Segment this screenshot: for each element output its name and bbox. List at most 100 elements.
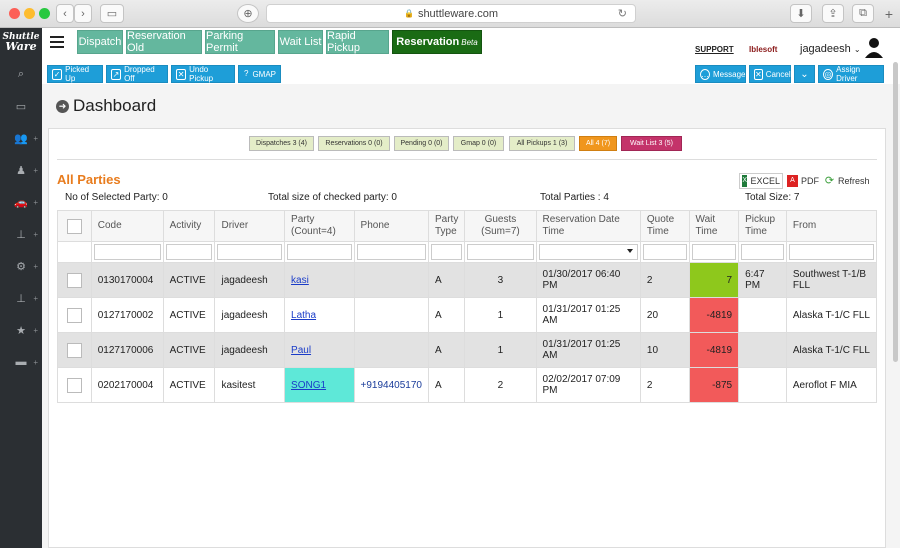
tab-dispatch[interactable]: Dispatch	[77, 30, 123, 54]
filter-cell	[214, 241, 286, 263]
picked-up-button[interactable]: ✓ Picked Up	[47, 65, 103, 83]
tab-wait-list[interactable]: Wait List	[278, 30, 323, 54]
filter-date-select[interactable]	[538, 244, 638, 260]
filter-driver-input[interactable]	[217, 244, 283, 260]
message-button[interactable]: … Message	[695, 65, 746, 83]
sidebar-car[interactable]: 🚗 +	[0, 186, 42, 218]
party-link[interactable]: Paul	[291, 345, 311, 356]
user-menu[interactable]: jagadeesh ⌄	[800, 43, 861, 55]
cancel-button[interactable]: ✕ Cancel	[749, 65, 791, 83]
filter-from-input[interactable]	[788, 244, 874, 260]
party-link[interactable]: Latha	[291, 310, 316, 321]
sidebar-card[interactable]: ▬ +	[0, 346, 42, 378]
tab-reservation-old[interactable]: Reservation Old	[126, 30, 202, 54]
filter-quote-input[interactable]	[642, 244, 687, 260]
avatar[interactable]	[864, 36, 884, 58]
filter-pickup-input[interactable]	[741, 244, 784, 260]
col-quote-time[interactable]: Quote Time	[639, 210, 690, 242]
sidebar-search[interactable]: ⌕	[0, 58, 42, 90]
col-party-type[interactable]: Party Type	[427, 210, 466, 242]
filter-guests-input[interactable]	[467, 244, 534, 260]
page-scrollbar[interactable]	[893, 62, 898, 362]
filter-dispatches[interactable]: Dispatches 3 (4)	[249, 136, 314, 151]
filter-type-input[interactable]	[431, 244, 463, 260]
table-row[interactable]: 0127170002 ACTIVE jagadeesh Latha A 1 01…	[57, 297, 878, 333]
select-all-checkbox[interactable]	[66, 218, 82, 234]
sidebar-toggle-icon[interactable]: ▭	[100, 4, 124, 23]
filter-all[interactable]: All 4 (7)	[579, 136, 617, 151]
col-activity[interactable]: Activity	[162, 210, 216, 242]
excel-button[interactable]: X EXCEL	[739, 173, 783, 189]
download-icon[interactable]: ⬇	[790, 4, 812, 23]
extension-icon[interactable]: ⊕	[237, 4, 259, 23]
col-from[interactable]: From	[785, 210, 878, 242]
reload-icon[interactable]: ↻	[618, 7, 627, 20]
tab-rapid-pickup[interactable]: Rapid Pickup	[326, 30, 389, 54]
table-row[interactable]: 0127170006 ACTIVE jagadeesh Paul A 1 01/…	[57, 332, 878, 368]
table-header: Code Activity Driver Party (Count=4) Pho…	[57, 210, 878, 242]
url-text: shuttleware.com	[417, 7, 499, 20]
table-row[interactable]: 0202170004 ACTIVE kasitest SONG1 +919440…	[57, 367, 878, 403]
zoom-window-icon[interactable]	[39, 8, 50, 19]
col-wait-time[interactable]: Wait Time	[688, 210, 740, 242]
close-window-icon[interactable]	[9, 8, 20, 19]
select-all-header[interactable]	[57, 210, 92, 242]
sidebar-settings[interactable]: ⚙ +	[0, 250, 42, 282]
filter-all-pickups[interactable]: All Pickups 1 (3)	[509, 136, 575, 151]
undo-pickup-button[interactable]: ✕ Undo Pickup	[171, 65, 235, 83]
party-link[interactable]: kasi	[291, 275, 309, 286]
tabs-icon[interactable]: ⧉	[852, 4, 874, 23]
party-link[interactable]: SONG1	[291, 380, 326, 391]
forward-icon[interactable]: ›	[74, 4, 92, 23]
col-phone[interactable]: Phone	[353, 210, 430, 242]
cell-activity: ACTIVE	[162, 297, 216, 333]
support-link[interactable]: SUPPORT	[695, 45, 734, 54]
sidebar-hierarchy[interactable]: ⊥ +	[0, 282, 42, 314]
cell-driver: jagadeesh	[214, 262, 286, 298]
pdf-button[interactable]: A PDF	[785, 173, 821, 189]
filter-wait-input[interactable]	[691, 244, 737, 260]
filter-party-input[interactable]	[287, 244, 352, 260]
page-title-text: Dashboard	[73, 96, 157, 115]
col-party[interactable]: Party (Count=4)	[284, 210, 355, 242]
row-checkbox[interactable]	[66, 377, 82, 393]
col-reservation-date[interactable]: Reservation Date Time	[535, 210, 641, 242]
expand-icon: +	[33, 357, 38, 367]
tab-parking-permit[interactable]: Parking Permit	[205, 30, 275, 54]
table-row[interactable]: 0130170004 ACTIVE jagadeesh kasi A 3 01/…	[57, 262, 878, 298]
menu-icon[interactable]	[50, 36, 64, 50]
col-code[interactable]: Code	[90, 210, 164, 242]
cell-type: A	[427, 262, 466, 298]
row-checkbox[interactable]	[66, 342, 82, 358]
gmap-button[interactable]: ? GMAP	[238, 65, 281, 83]
back-icon[interactable]: ‹	[56, 4, 74, 23]
cell-phone[interactable]: +9194405170	[353, 367, 430, 403]
filter-wait-list[interactable]: Wait List 3 (5)	[621, 136, 682, 151]
row-checkbox[interactable]	[66, 307, 82, 323]
filter-code-input[interactable]	[93, 244, 161, 260]
refresh-button[interactable]: ⟳ Refresh	[822, 173, 876, 189]
col-driver[interactable]: Driver	[214, 210, 286, 242]
sidebar-sitemap[interactable]: ⊥ +	[0, 218, 42, 250]
assign-driver-button[interactable]: ◎ Assign Driver	[818, 65, 884, 83]
filter-cell	[535, 241, 641, 263]
dropdown-button[interactable]: ⌄	[794, 65, 815, 83]
sidebar-monitor[interactable]: ▭	[0, 90, 42, 122]
col-guests[interactable]: Guests (Sum=7)	[464, 210, 537, 242]
tab-reservation[interactable]: Reservation Beta	[392, 30, 482, 54]
new-tab-icon[interactable]: +	[880, 4, 898, 23]
address-bar[interactable]: 🔒 shuttleware.com ↻	[266, 4, 636, 23]
sidebar-person[interactable]: ♟ +	[0, 154, 42, 186]
share-icon[interactable]: ⇪	[822, 4, 844, 23]
minimize-window-icon[interactable]	[24, 8, 35, 19]
filter-gmap[interactable]: Gmap 0 (0)	[453, 136, 504, 151]
dropped-off-button[interactable]: ↗ Dropped Off	[106, 65, 168, 83]
col-pickup-time[interactable]: Pickup Time	[738, 210, 787, 242]
filter-activity-input[interactable]	[165, 244, 213, 260]
sidebar-favorites[interactable]: ★ +	[0, 314, 42, 346]
sidebar-users[interactable]: 👥 +	[0, 122, 42, 154]
filter-phone-input[interactable]	[356, 244, 426, 260]
row-checkbox[interactable]	[66, 272, 82, 288]
filter-reservations[interactable]: Reservations 0 (0)	[318, 136, 390, 151]
filter-pending[interactable]: Pending 0 (0)	[394, 136, 449, 151]
